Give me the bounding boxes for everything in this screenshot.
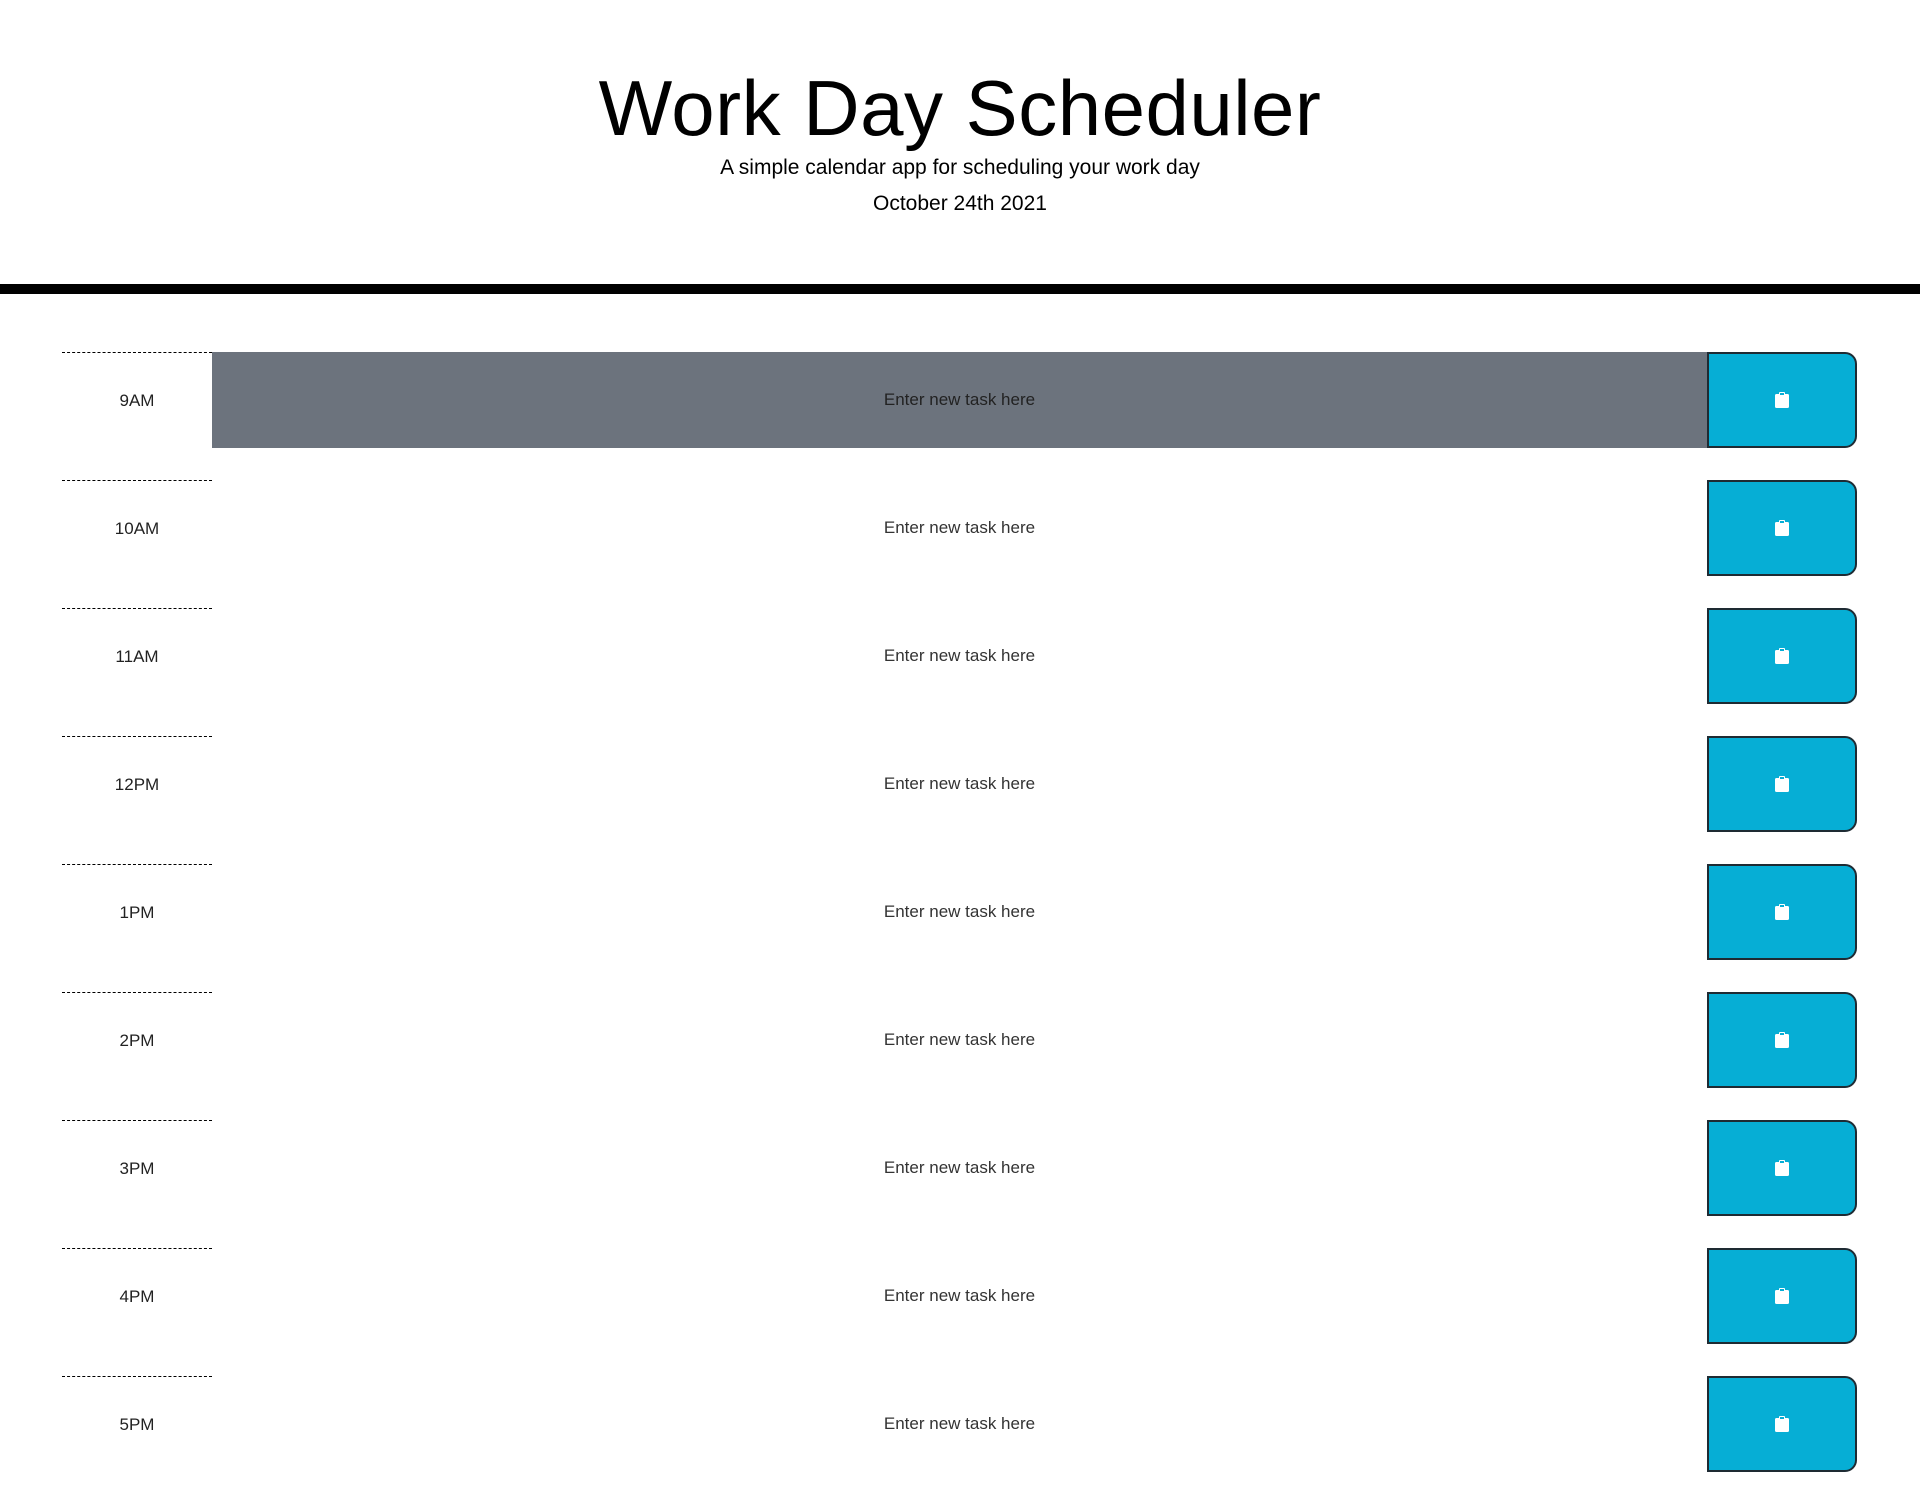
save-button[interactable] — [1707, 992, 1857, 1088]
save-button[interactable] — [1707, 352, 1857, 448]
save-button[interactable] — [1707, 608, 1857, 704]
clipboard-icon — [1775, 520, 1789, 536]
save-button[interactable] — [1707, 1376, 1857, 1472]
current-day: October 24th 2021 — [873, 192, 1047, 215]
time-block: 11AM Enter new task here — [0, 608, 1920, 704]
hour-label: 4PM — [62, 1248, 212, 1344]
time-block: 10AM Enter new task here — [0, 480, 1920, 576]
clipboard-icon — [1775, 1288, 1789, 1304]
task-input[interactable]: Enter new task here — [212, 736, 1707, 832]
header: Work Day Scheduler A simple calendar app… — [0, 0, 1920, 294]
clipboard-icon — [1775, 904, 1789, 920]
clipboard-icon — [1775, 392, 1789, 408]
clipboard-icon — [1775, 1416, 1789, 1432]
task-input[interactable]: Enter new task here — [212, 864, 1707, 960]
time-block: 5PM Enter new task here — [0, 1376, 1920, 1472]
time-block: 9AM Enter new task here — [0, 352, 1920, 448]
clipboard-icon — [1775, 1032, 1789, 1048]
hour-label: 5PM — [62, 1376, 212, 1472]
task-input[interactable]: Enter new task here — [212, 1120, 1707, 1216]
hour-label: 3PM — [62, 1120, 212, 1216]
time-block: 2PM Enter new task here — [0, 992, 1920, 1088]
task-input[interactable]: Enter new task here — [212, 1376, 1707, 1472]
task-input[interactable]: Enter new task here — [212, 480, 1707, 576]
time-block: 1PM Enter new task here — [0, 864, 1920, 960]
hour-label: 2PM — [62, 992, 212, 1088]
clipboard-icon — [1775, 648, 1789, 664]
hour-label: 1PM — [62, 864, 212, 960]
clipboard-icon — [1775, 1160, 1789, 1176]
time-block: 12PM Enter new task here — [0, 736, 1920, 832]
hour-label: 12PM — [62, 736, 212, 832]
page-title: Work Day Scheduler — [598, 64, 1322, 152]
save-button[interactable] — [1707, 864, 1857, 960]
save-button[interactable] — [1707, 1248, 1857, 1344]
task-input[interactable]: Enter new task here — [212, 352, 1707, 448]
time-block: 3PM Enter new task here — [0, 1120, 1920, 1216]
task-input[interactable]: Enter new task here — [212, 992, 1707, 1088]
save-button[interactable] — [1707, 736, 1857, 832]
hour-label: 10AM — [62, 480, 212, 576]
save-button[interactable] — [1707, 480, 1857, 576]
time-block: 4PM Enter new task here — [0, 1248, 1920, 1344]
page-subtitle: A simple calendar app for scheduling you… — [720, 156, 1200, 179]
task-input[interactable]: Enter new task here — [212, 1248, 1707, 1344]
clipboard-icon — [1775, 776, 1789, 792]
hour-label: 9AM — [62, 352, 212, 448]
save-button[interactable] — [1707, 1120, 1857, 1216]
hour-label: 11AM — [62, 608, 212, 704]
task-input[interactable]: Enter new task here — [212, 608, 1707, 704]
